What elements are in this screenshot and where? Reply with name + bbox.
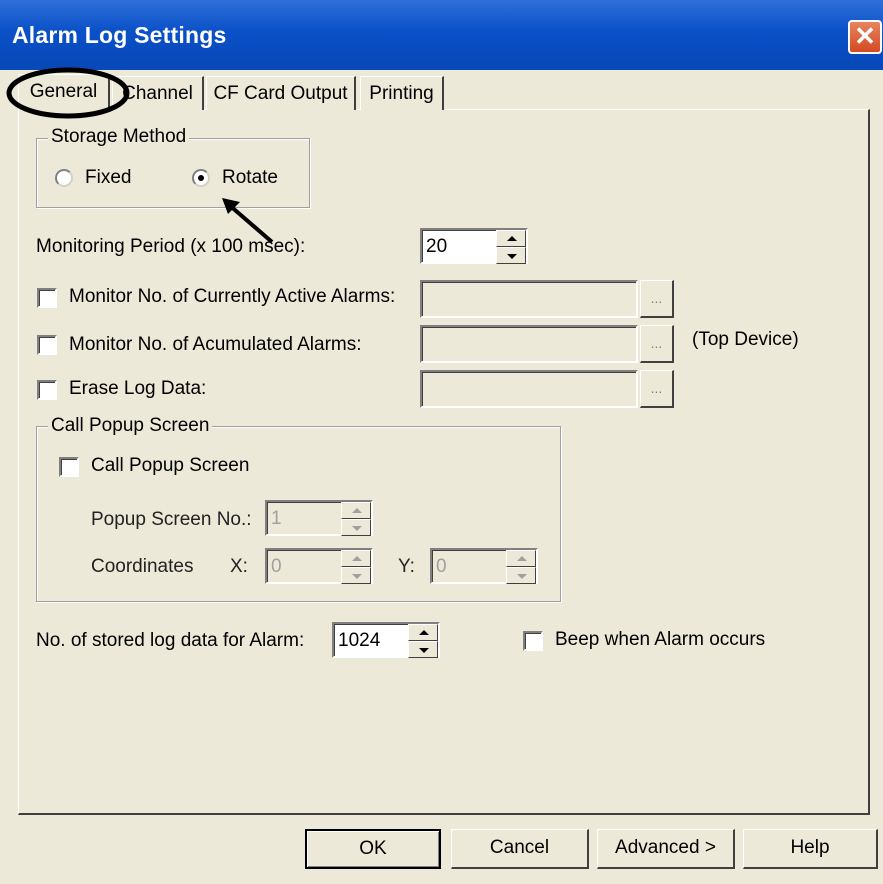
decrement-button[interactable] [506,567,536,584]
erase-log-label[interactable]: Erase Log Data: [69,378,206,400]
fixed-label[interactable]: Fixed [85,167,131,189]
ok-button[interactable]: OK [305,829,441,869]
decrement-button[interactable] [496,247,526,264]
popup-screen-no-label: Popup Screen No.: [91,509,252,530]
y-coordinate-label: Y: [398,556,415,577]
advanced-button[interactable]: Advanced > [597,829,735,869]
arrow-up-icon [507,236,517,241]
decrement-button[interactable] [341,519,371,536]
erase-log-browse-button[interactable]: ... [640,370,674,408]
popup-screen-no-stepper[interactable] [341,502,371,536]
arrow-up-icon [517,556,527,561]
fixed-radio[interactable] [55,169,73,187]
monitor-accumulated-label[interactable]: Monitor No. of Acumulated Alarms: [69,334,362,356]
call-popup-checkbox-label[interactable]: Call Popup Screen [91,455,249,477]
monitor-accumulated-browse-button[interactable]: ... [640,325,674,363]
stored-log-input[interactable]: 1024 [332,622,440,658]
close-icon: ✕ [854,21,876,51]
call-popup-legend: Call Popup Screen [48,415,213,437]
arrow-up-icon [352,556,362,561]
increment-button[interactable] [506,550,536,567]
x-coordinate-input[interactable]: 0 [265,548,373,584]
decrement-button[interactable] [341,567,371,584]
alarm-log-settings-dialog: Alarm Log Settings ✕ General Channel CF … [0,0,883,884]
increment-button[interactable] [496,230,526,247]
y-coordinate-input[interactable]: 0 [430,548,538,584]
beep-label[interactable]: Beep when Alarm occurs [555,629,765,651]
call-popup-checkbox[interactable] [59,457,79,477]
arrow-up-icon [419,630,429,635]
increment-button[interactable] [341,550,371,567]
window-title: Alarm Log Settings [12,22,227,48]
close-button[interactable]: ✕ [848,20,882,54]
arrow-down-icon [507,254,517,259]
rotate-label[interactable]: Rotate [222,167,278,189]
monitor-accumulated-checkbox[interactable] [37,335,57,355]
title-bar[interactable]: Alarm Log Settings ✕ [0,0,883,70]
monitor-active-checkbox[interactable] [37,288,57,308]
stored-log-stepper[interactable] [408,624,438,658]
x-coordinate-label: X: [230,556,248,577]
monitor-accumulated-device-field [420,325,638,363]
monitor-active-device-field [420,280,638,318]
monitoring-period-input[interactable]: 20 [420,228,528,264]
popup-screen-no-input[interactable]: 1 [265,500,373,536]
tab-printing[interactable]: Printing [360,76,444,110]
stored-log-label: No. of stored log data for Alarm: [36,630,305,651]
increment-button[interactable] [341,502,371,519]
monitoring-period-stepper[interactable] [496,230,526,264]
coordinates-label: Coordinates [91,556,194,577]
arrow-down-icon [352,526,362,531]
y-coordinate-stepper[interactable] [506,550,536,584]
cancel-button[interactable]: Cancel [451,829,589,869]
increment-button[interactable] [408,624,438,641]
monitor-active-browse-button[interactable]: ... [640,280,674,318]
erase-log-checkbox[interactable] [37,380,57,400]
top-device-note: (Top Device) [692,329,799,350]
arrow-down-icon [517,574,527,579]
decrement-button[interactable] [408,641,438,658]
help-button[interactable]: Help [743,829,878,869]
rotate-radio[interactable] [192,169,210,187]
tab-cf-card-output[interactable]: CF Card Output [206,76,356,110]
arrow-down-icon [419,648,429,653]
arrow-down-icon [352,574,362,579]
erase-log-device-field [420,370,638,408]
x-coordinate-stepper[interactable] [341,550,371,584]
beep-checkbox[interactable] [523,631,543,651]
annotation-circle [6,67,130,119]
storage-method-legend: Storage Method [48,126,190,148]
annotation-arrow [222,198,274,244]
monitor-active-label[interactable]: Monitor No. of Currently Active Alarms: [69,286,395,308]
arrow-up-icon [352,508,362,513]
